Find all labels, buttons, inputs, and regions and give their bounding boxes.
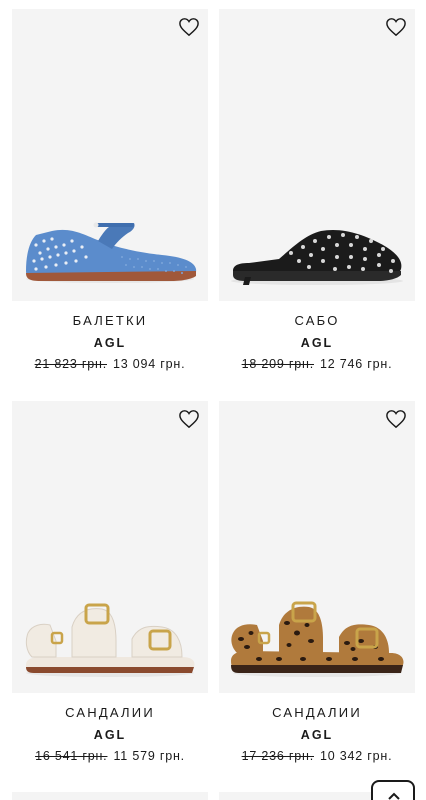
- product-card[interactable]: САБО AGL 18 209 грн. 12 746 грн.: [219, 9, 415, 372]
- product-info: САНДАЛИИ AGL 17 236 грн. 10 342 грн.: [219, 693, 415, 764]
- heart-icon[interactable]: [178, 17, 200, 37]
- old-price: 16 541 грн.: [35, 749, 108, 763]
- product-info: САНДАЛИИ AGL 16 541 грн. 11 579 грн.: [12, 693, 208, 764]
- leopard-buckle-sandal-image: [231, 601, 404, 677]
- old-price: 21 823 грн.: [34, 357, 107, 371]
- product-title[interactable]: САБО: [219, 313, 415, 329]
- product-brand: AGL: [300, 728, 334, 742]
- product-prices: 18 209 грн. 12 746 грн.: [219, 356, 415, 372]
- heart-icon[interactable]: [385, 17, 407, 37]
- product-brand: AGL: [93, 336, 127, 350]
- old-price: 18 209 грн.: [241, 357, 314, 371]
- chevron-up-icon: [388, 792, 400, 800]
- product-title[interactable]: БАЛЕТКИ: [12, 313, 208, 329]
- product-title[interactable]: САНДАЛИИ: [12, 705, 208, 721]
- sale-price: 11 579 грн.: [113, 749, 185, 763]
- product-card[interactable]: САНДАЛИИ AGL 16 541 грн. 11 579 грн.: [12, 401, 208, 764]
- heart-icon[interactable]: [178, 409, 200, 429]
- product-info: БАЛЕТКИ AGL 21 823 грн. 13 094 грн.: [12, 301, 208, 372]
- sale-price: 12 746 грн.: [320, 357, 393, 371]
- product-image[interactable]: [12, 9, 208, 301]
- product-prices: 17 236 грн. 10 342 грн.: [219, 748, 415, 764]
- scroll-to-top-button[interactable]: [371, 780, 415, 800]
- old-price: 17 236 грн.: [241, 749, 314, 763]
- blue-mary-jane-shoe-image: [26, 222, 197, 283]
- product-brand: AGL: [300, 336, 334, 350]
- product-image[interactable]: [12, 401, 208, 693]
- product-image[interactable]: [219, 401, 415, 693]
- product-card[interactable]: САНДАЛИИ AGL 17 236 грн. 10 342 грн.: [219, 401, 415, 764]
- product-brand: AGL: [93, 728, 127, 742]
- product-image[interactable]: [219, 9, 415, 301]
- sale-price: 13 094 грн.: [113, 357, 186, 371]
- white-buckle-sandal-image: [25, 603, 195, 677]
- product-card-partial: [12, 792, 208, 800]
- black-studded-mule-image: [231, 229, 403, 285]
- product-prices: 16 541 грн. 11 579 грн.: [12, 748, 208, 764]
- sale-price: 10 342 грн.: [320, 749, 393, 763]
- product-info: САБО AGL 18 209 грн. 12 746 грн.: [219, 301, 415, 372]
- heart-icon[interactable]: [385, 409, 407, 429]
- product-card[interactable]: БАЛЕТКИ AGL 21 823 грн. 13 094 грн.: [12, 9, 208, 372]
- product-prices: 21 823 грн. 13 094 грн.: [12, 356, 208, 372]
- product-title[interactable]: САНДАЛИИ: [219, 705, 415, 721]
